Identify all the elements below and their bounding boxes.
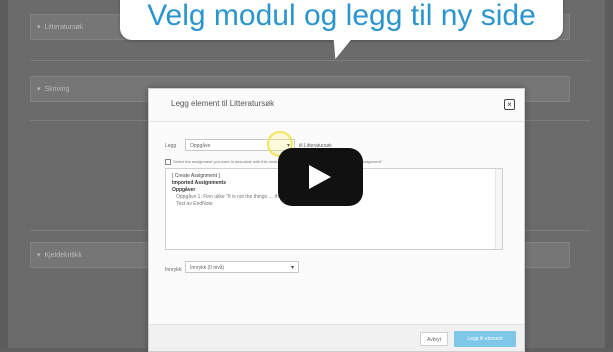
dialog-header: Legg element til Litteratursøk ×: [149, 89, 524, 122]
cancel-button[interactable]: Avbryt: [420, 332, 448, 346]
list-group-oppgaver: Oppgåver: [172, 187, 196, 193]
add-item-button[interactable]: Legg til element: [454, 331, 516, 347]
chevron-down-icon: ▾: [37, 86, 41, 93]
chevron-down-icon: ▾: [290, 265, 294, 271]
list-item-endnote[interactable]: Test av EndNote: [176, 201, 213, 207]
callout-text: Velg modul og legg til ny side: [147, 0, 536, 32]
add-item-dialog: Legg element til Litteratursøk × Legg Op…: [148, 88, 525, 352]
chevron-down-icon: ▾: [37, 252, 41, 259]
checkbox[interactable]: [165, 159, 171, 165]
indent-select[interactable]: Innrykk (0 nivå) ▾: [185, 261, 299, 273]
play-button[interactable]: [278, 148, 363, 206]
speech-callout: Velg modul og legg til ny side: [120, 0, 563, 40]
chevron-down-icon: ▾: [37, 24, 41, 31]
list-item-create[interactable]: [ Create Assignment ]: [172, 173, 220, 179]
list-scrollbar[interactable]: [495, 169, 502, 249]
video-frame: ▾ Litteratursøk ▾ Skriving ▾ Kjeldekritikk …: [0, 0, 613, 352]
close-icon[interactable]: ×: [504, 99, 515, 110]
indent-label: Innrykk:: [165, 267, 183, 273]
dialog-title: Legg element til Litteratursøk: [171, 99, 275, 108]
dialog-footer: Avbryt Legg til element: [149, 324, 524, 351]
play-icon: [309, 165, 331, 189]
divider: [30, 60, 590, 61]
add-label: Legg: [165, 143, 177, 149]
list-group-imported: Imported Assignments: [172, 180, 226, 186]
